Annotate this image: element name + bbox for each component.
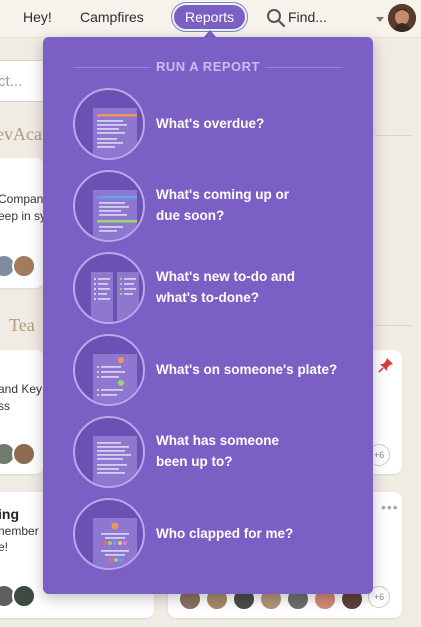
report-item-label: What's new to-do and (156, 269, 295, 284)
background-card-1-text: Compan (0, 192, 44, 206)
background-card-2-text: ss (0, 399, 10, 413)
background-card-2-text: and Key (0, 382, 43, 396)
background-card-3-text: nember (0, 524, 39, 538)
background-card-3-title: ing (0, 506, 19, 522)
more-options-icon[interactable]: ••• (381, 499, 399, 515)
avatar (12, 584, 36, 608)
heading-divider (265, 67, 343, 68)
background-divider (375, 325, 411, 326)
todo-report-icon (73, 252, 145, 324)
background-heading-2: Tea (9, 315, 35, 335)
report-item-todos[interactable]: What's new to-do and what's to-done? (73, 252, 353, 324)
report-item-boosts[interactable]: Who clapped for me? (73, 498, 353, 570)
assignments-report-icon (73, 334, 145, 406)
user-avatar[interactable] (388, 4, 416, 32)
report-item-label: what's to-done? (156, 290, 259, 305)
report-item-label: What's coming up or (156, 187, 289, 202)
nav-find-label: Find... (288, 9, 327, 25)
background-heading-1: evAca (0, 124, 42, 144)
report-item-assignments[interactable]: What's on someone's plate? (73, 334, 353, 406)
report-item-label: been up to? (156, 454, 233, 469)
overdue-report-icon (73, 88, 145, 160)
boosts-report-icon (73, 498, 145, 570)
report-item-upcoming[interactable]: What's coming up or due soon? (73, 170, 353, 242)
background-card-3-text: e! (0, 540, 9, 554)
report-item-label: What's overdue? (156, 116, 265, 131)
activity-report-icon (73, 416, 145, 488)
background-search-placeholder: ct... (0, 73, 23, 90)
report-item-label: due soon? (156, 208, 225, 223)
nav-reports-button[interactable]: Reports (174, 5, 245, 29)
nav-hey-link[interactable]: Hey! (23, 9, 52, 25)
report-item-label: What has someone (156, 433, 280, 448)
report-item-label: Who clapped for me? (156, 526, 294, 541)
background-card-1-text: eep in sy (0, 209, 47, 223)
background-divider (375, 135, 411, 136)
avatar (12, 254, 36, 278)
nav-campfires-link[interactable]: Campfires (80, 9, 144, 25)
report-item-overdue[interactable]: What's overdue? (73, 88, 353, 160)
avatar (12, 442, 36, 466)
chevron-down-icon[interactable] (376, 17, 384, 22)
report-item-label: What's on someone's plate? (156, 362, 338, 377)
report-item-activity[interactable]: What has someone been up to? (73, 416, 353, 488)
search-icon (267, 9, 286, 28)
upcoming-report-icon (73, 170, 145, 242)
reports-dropdown-menu: RUN A REPORT What's overdue? What's comi… (43, 37, 373, 594)
pin-icon[interactable] (378, 357, 394, 373)
